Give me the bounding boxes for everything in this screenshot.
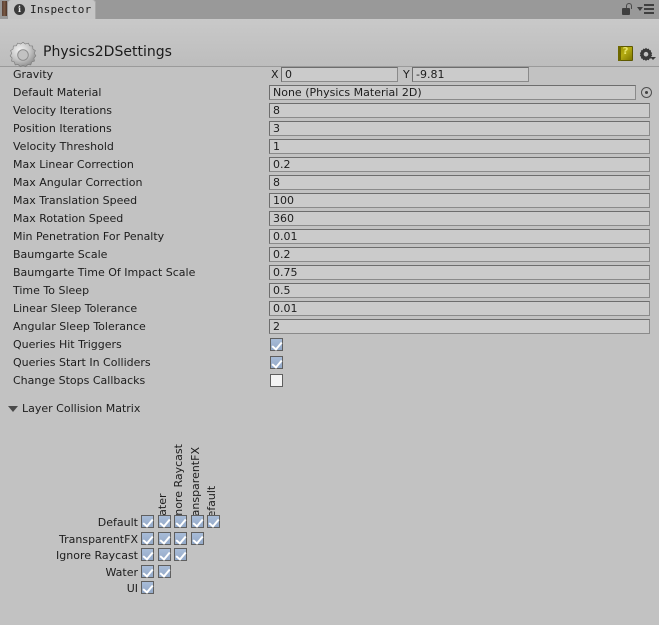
header-actions xyxy=(618,46,656,61)
max-linear-correction-input[interactable]: 0.2 xyxy=(269,157,650,172)
layer-collision-matrix-foldout[interactable]: Layer Collision Matrix xyxy=(8,402,140,415)
gear-dropdown-icon[interactable] xyxy=(639,47,656,61)
property-row-linear-sleep-tolerance: Linear Sleep Tolerance 0.01 xyxy=(0,300,659,318)
matrix-checkbox[interactable] xyxy=(174,531,188,545)
matrix-row-header: UI xyxy=(126,582,138,596)
queries-hit-triggers-checkbox[interactable] xyxy=(270,338,283,351)
property-label: Angular Sleep Tolerance xyxy=(13,320,146,333)
property-row-queries-hit-triggers: Queries Hit Triggers xyxy=(0,336,659,354)
tab-bar: i Inspector xyxy=(0,0,659,20)
hamburger-menu-icon[interactable] xyxy=(637,4,654,14)
property-label: Change Stops Callbacks xyxy=(13,374,146,387)
property-label: Time To Sleep xyxy=(13,284,90,297)
tab-inspector[interactable]: i Inspector xyxy=(8,0,96,19)
panel-drag-handle[interactable] xyxy=(2,1,7,16)
property-label: Velocity Threshold xyxy=(13,140,114,153)
property-label: Max Translation Speed xyxy=(13,194,138,207)
property-label: Position Iterations xyxy=(13,122,112,135)
property-row-velocity-threshold: Velocity Threshold 1 xyxy=(0,138,659,156)
matrix-checkbox[interactable] xyxy=(157,548,171,562)
queries-start-in-colliders-checkbox[interactable] xyxy=(270,356,283,369)
property-label: Velocity Iterations xyxy=(13,104,113,117)
property-row-baumgarte-toi-scale: Baumgarte Time Of Impact Scale 0.75 xyxy=(0,264,659,282)
object-picker-icon[interactable] xyxy=(641,87,652,98)
matrix-checkbox[interactable] xyxy=(174,548,188,562)
property-label: Baumgarte Time Of Impact Scale xyxy=(13,266,196,279)
property-label: Max Rotation Speed xyxy=(13,212,124,225)
property-row-max-translation-speed: Max Translation Speed 100 xyxy=(0,192,659,210)
property-row-gravity: Gravity X 0 Y -9.81 xyxy=(0,66,659,84)
velocity-threshold-input[interactable]: 1 xyxy=(269,139,650,154)
property-list: Gravity X 0 Y -9.81 Default Material Non… xyxy=(0,66,659,390)
chevron-down-icon xyxy=(8,405,18,412)
help-book-icon[interactable] xyxy=(618,46,633,61)
property-row-change-stops-callbacks: Change Stops Callbacks xyxy=(0,372,659,390)
property-label: Max Angular Correction xyxy=(13,176,143,189)
tab-bar-actions xyxy=(622,3,654,15)
info-circle-icon: i xyxy=(14,4,25,15)
property-row-queries-start-in-colliders: Queries Start In Colliders xyxy=(0,354,659,372)
property-row-max-angular-correction: Max Angular Correction 8 xyxy=(0,174,659,192)
property-row-time-to-sleep: Time To Sleep 0.5 xyxy=(0,282,659,300)
matrix-column-header: Ignore Raycast xyxy=(172,444,186,526)
gravity-y-input[interactable]: -9.81 xyxy=(412,67,529,82)
max-rotation-speed-input[interactable]: 360 xyxy=(269,211,650,226)
property-label: Max Linear Correction xyxy=(13,158,134,171)
baumgarte-toi-scale-input[interactable]: 0.75 xyxy=(269,265,650,280)
property-label: Default Material xyxy=(13,86,102,99)
matrix-checkbox[interactable] xyxy=(190,531,204,545)
matrix-checkbox[interactable] xyxy=(157,531,171,545)
velocity-iterations-input[interactable]: 8 xyxy=(269,103,650,118)
inspector-header: Physics2DSettings xyxy=(0,19,659,68)
page-title: Physics2DSettings xyxy=(43,44,172,60)
matrix-checkbox[interactable] xyxy=(141,515,154,528)
gravity-x-input[interactable]: 0 xyxy=(281,67,398,82)
property-row-default-material: Default Material None (Physics Material … xyxy=(0,84,659,102)
property-label: Queries Hit Triggers xyxy=(13,338,122,351)
matrix-checkbox[interactable] xyxy=(157,564,171,578)
max-translation-speed-input[interactable]: 100 xyxy=(269,193,650,208)
position-iterations-input[interactable]: 3 xyxy=(269,121,650,136)
property-label: Gravity xyxy=(13,68,54,81)
matrix-checkbox[interactable] xyxy=(141,531,154,545)
angular-sleep-tolerance-input[interactable]: 2 xyxy=(269,319,650,334)
matrix-checkbox[interactable] xyxy=(141,581,154,595)
property-row-baumgarte-scale: Baumgarte Scale 0.2 xyxy=(0,246,659,264)
max-angular-correction-input[interactable]: 8 xyxy=(269,175,650,190)
min-penetration-for-penalty-input[interactable]: 0.01 xyxy=(269,229,650,244)
property-row-max-linear-correction: Max Linear Correction 0.2 xyxy=(0,156,659,174)
property-row-angular-sleep-tolerance: Angular Sleep Tolerance 2 xyxy=(0,318,659,336)
property-row-velocity-iterations: Velocity Iterations 8 xyxy=(0,102,659,120)
property-label: Baumgarte Scale xyxy=(13,248,108,261)
layer-collision-matrix-label: Layer Collision Matrix xyxy=(22,402,141,415)
matrix-checkbox[interactable] xyxy=(141,548,154,562)
property-row-min-penetration-for-penalty: Min Penetration For Penalty 0.01 xyxy=(0,228,659,246)
default-material-field[interactable]: None (Physics Material 2D) xyxy=(269,85,636,100)
gravity-x-label: X xyxy=(271,68,279,81)
property-row-max-rotation-speed: Max Rotation Speed 360 xyxy=(0,210,659,228)
baumgarte-scale-input[interactable]: 0.2 xyxy=(269,247,650,262)
tab-inspector-label: Inspector xyxy=(30,3,92,16)
matrix-row-header: Ignore Raycast xyxy=(56,549,138,563)
matrix-checkbox[interactable] xyxy=(190,515,204,528)
matrix-checkbox[interactable] xyxy=(174,515,188,528)
matrix-row-header: Water xyxy=(105,565,138,579)
inspector-window: i Inspector Physics2DSettings ? Gravity … xyxy=(0,0,659,625)
matrix-checkbox[interactable] xyxy=(207,515,221,528)
time-to-sleep-input[interactable]: 0.5 xyxy=(269,283,650,298)
gravity-y-label: Y xyxy=(403,68,410,81)
property-label: Min Penetration For Penalty xyxy=(13,230,165,243)
matrix-row-header: Default xyxy=(97,516,138,529)
property-label: Linear Sleep Tolerance xyxy=(13,302,138,315)
lock-open-icon[interactable] xyxy=(622,3,633,15)
property-row-position-iterations: Position Iterations 3 xyxy=(0,120,659,138)
matrix-row-header: TransparentFX xyxy=(59,532,138,546)
matrix-checkbox[interactable] xyxy=(157,515,171,528)
linear-sleep-tolerance-input[interactable]: 0.01 xyxy=(269,301,650,316)
property-label: Queries Start In Colliders xyxy=(13,356,151,369)
change-stops-callbacks-checkbox[interactable] xyxy=(270,374,283,387)
matrix-checkbox[interactable] xyxy=(141,564,154,578)
